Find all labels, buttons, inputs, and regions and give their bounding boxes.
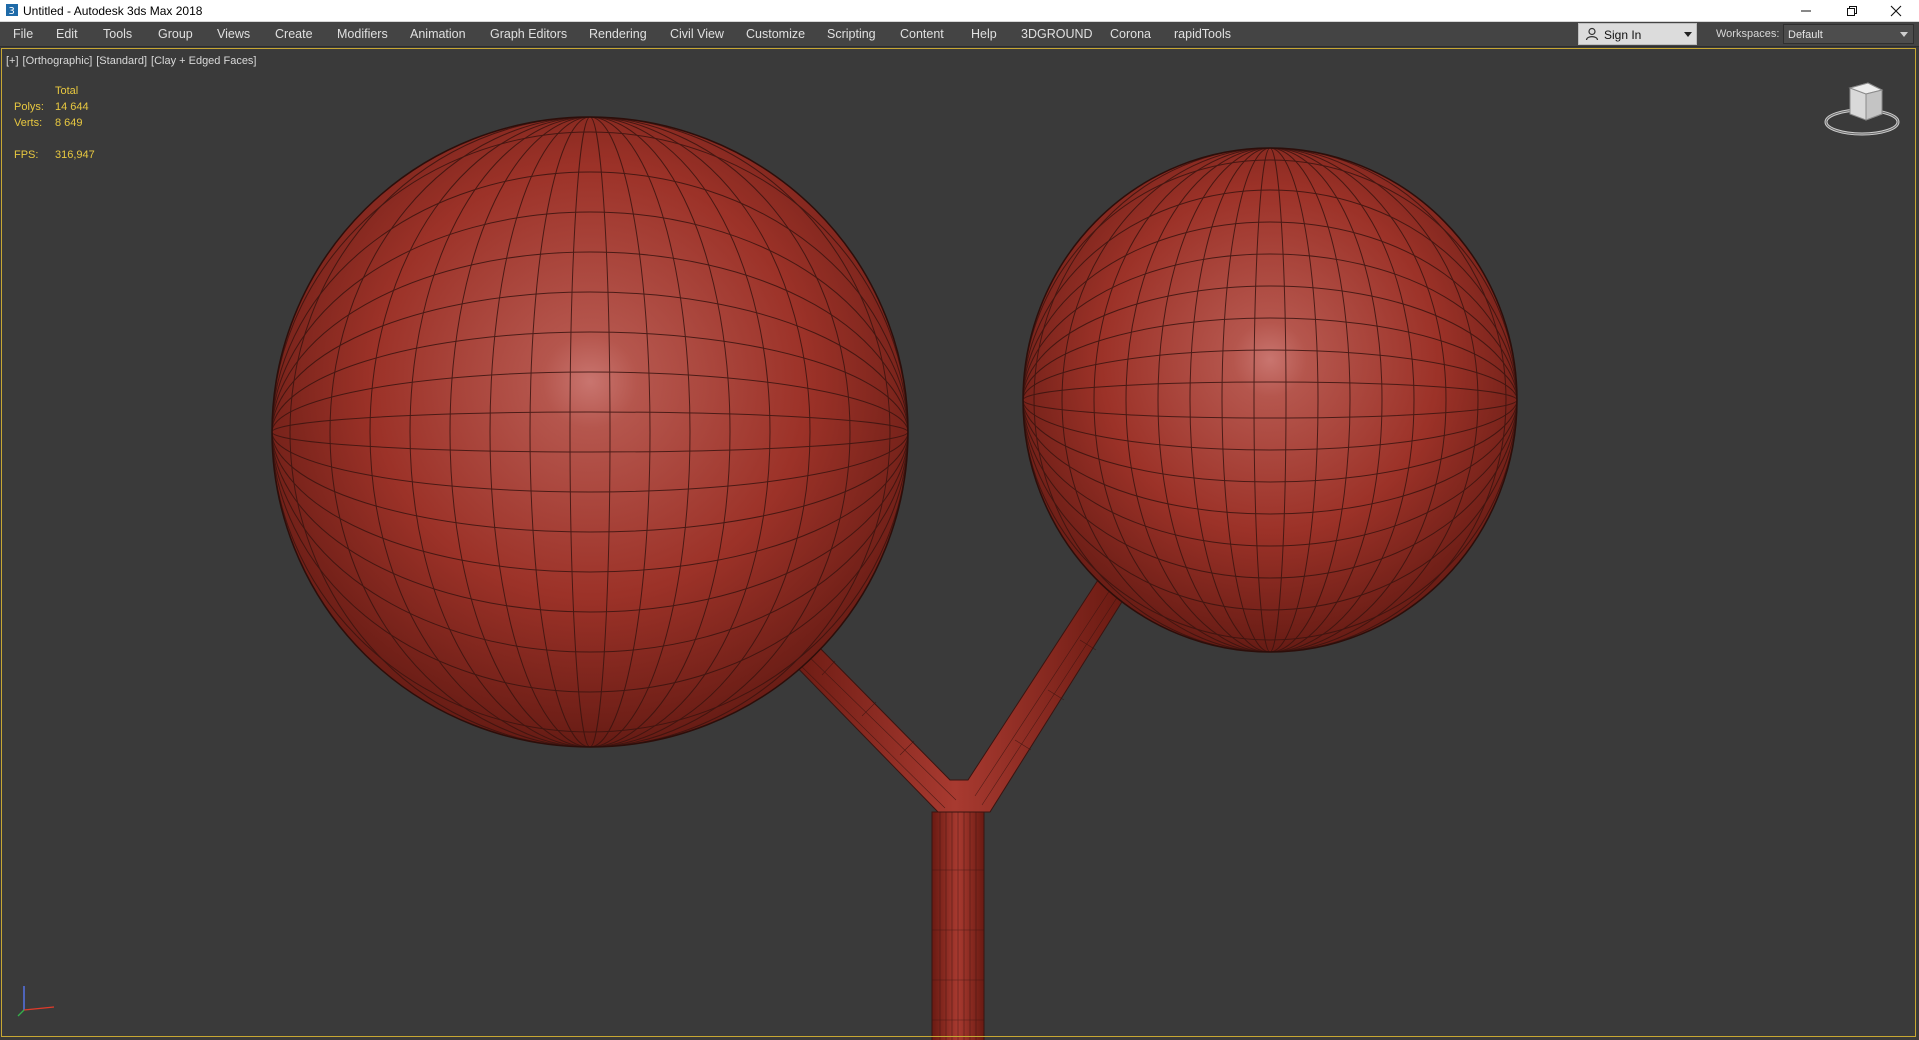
workspaces-label: Workspaces: <box>1716 28 1780 40</box>
minimize-button[interactable] <box>1783 0 1829 21</box>
minimize-icon <box>1801 10 1811 12</box>
menu-file[interactable]: File <box>13 27 33 41</box>
workspaces-dropdown[interactable]: Default <box>1783 24 1914 44</box>
app-icon: 3 <box>6 4 18 17</box>
axis-tripod-icon <box>17 986 55 1017</box>
svg-text:3: 3 <box>9 6 15 17</box>
menu-tools[interactable]: Tools <box>103 27 132 41</box>
polys-label: Polys: <box>14 101 44 113</box>
menu-edit[interactable]: Edit <box>56 27 78 41</box>
menu-group[interactable]: Group <box>158 27 193 41</box>
scene-model[interactable] <box>0 47 1919 1040</box>
polys-value: 14 644 <box>55 101 89 113</box>
stem <box>784 579 1126 1040</box>
viewcube-icon[interactable] <box>1822 80 1902 142</box>
menu-scripting[interactable]: Scripting <box>827 27 876 41</box>
viewport-shading-label[interactable]: [Clay + Edged Faces] <box>151 55 256 67</box>
verts-value: 8 649 <box>55 117 83 129</box>
fps-value: 316,947 <box>55 149 95 161</box>
menu-rapidtools[interactable]: rapidTools <box>1174 27 1231 41</box>
viewport-menu-plus[interactable]: [+] <box>6 55 19 67</box>
menu-views[interactable]: Views <box>217 27 250 41</box>
stats-header: Total <box>55 85 79 97</box>
title-bar: 3 Untitled - Autodesk 3ds Max 2018 <box>0 0 1919 22</box>
window-title: Untitled - Autodesk 3ds Max 2018 <box>23 4 203 18</box>
menu-content[interactable]: Content <box>900 27 944 41</box>
menu-help[interactable]: Help <box>971 27 997 41</box>
menu-graph-editors[interactable]: Graph Editors <box>490 27 567 41</box>
viewport-view-label[interactable]: [Orthographic] <box>23 55 93 67</box>
left-sphere <box>271 116 909 748</box>
menu-modifiers[interactable]: Modifiers <box>337 27 388 41</box>
menu-corona[interactable]: Corona <box>1110 27 1151 41</box>
menu-create[interactable]: Create <box>275 27 313 41</box>
restore-icon <box>1847 6 1857 16</box>
sign-in-button[interactable]: Sign In <box>1578 23 1697 45</box>
user-icon <box>1585 27 1599 41</box>
workspaces-value: Default <box>1788 29 1823 41</box>
right-sphere <box>1022 147 1518 653</box>
menu-customize[interactable]: Customize <box>746 27 805 41</box>
viewport-mode-label[interactable]: [Standard] <box>96 55 147 67</box>
menu-3dground[interactable]: 3DGROUND <box>1021 27 1093 41</box>
verts-label: Verts: <box>14 117 43 129</box>
fps-label: FPS: <box>14 149 39 161</box>
chevron-down-icon <box>1900 32 1908 37</box>
menu-animation[interactable]: Animation <box>410 27 466 41</box>
restore-button[interactable] <box>1829 0 1875 21</box>
viewport-label: [+] [Orthographic] [Standard] [Clay + Edged… <box>6 55 261 67</box>
close-icon <box>1890 5 1902 17</box>
menu-rendering[interactable]: Rendering <box>589 27 647 41</box>
chevron-down-icon <box>1684 32 1692 37</box>
menu-civil-view[interactable]: Civil View <box>670 27 724 41</box>
sign-in-label: Sign In <box>1604 28 1642 42</box>
close-button[interactable] <box>1873 0 1919 21</box>
